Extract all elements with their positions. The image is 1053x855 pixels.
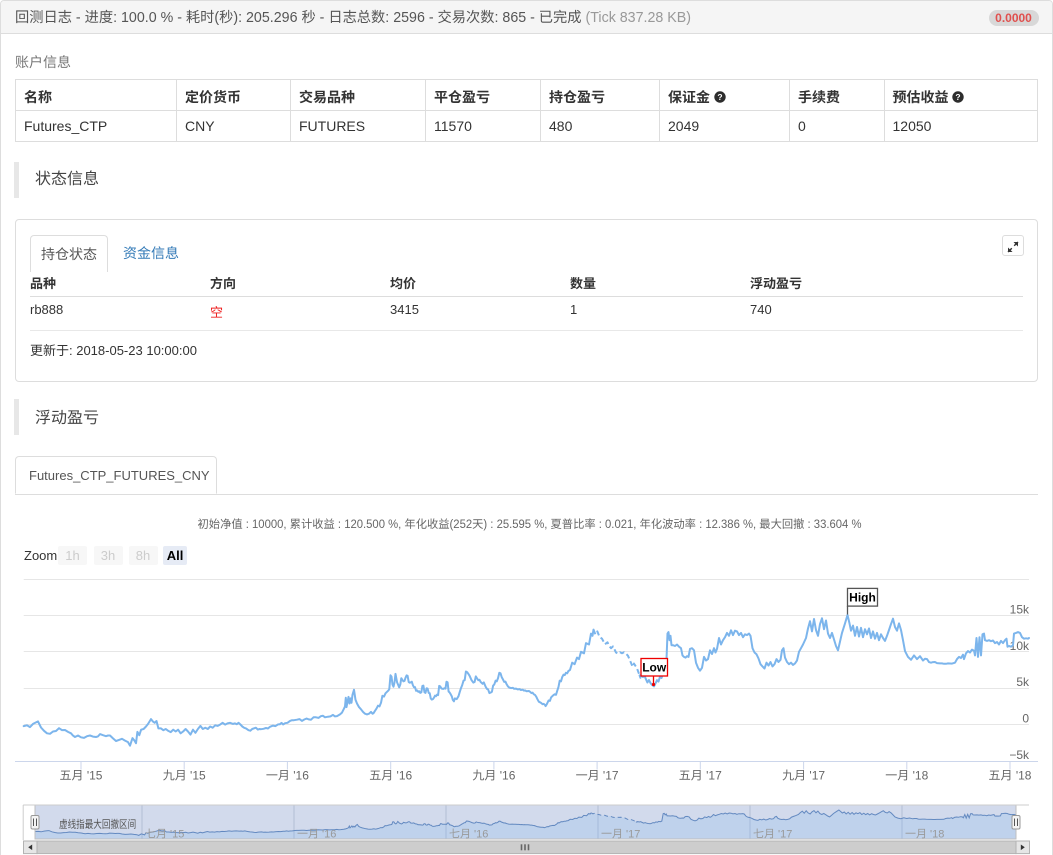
svg-text:Low: Low — [642, 660, 667, 674]
svg-text:15k: 15k — [1010, 602, 1030, 616]
svg-text:五月 '16: 五月 '16 — [369, 769, 412, 783]
svg-text:九月 '15: 九月 '15 — [163, 769, 206, 783]
svg-text:0: 0 — [1022, 712, 1029, 726]
svg-text:七月 '16: 七月 '16 — [449, 828, 488, 841]
svg-text:一月 '17: 一月 '17 — [601, 829, 640, 841]
svg-text:5k: 5k — [1016, 675, 1030, 689]
svg-text:−5k: −5k — [1009, 748, 1030, 762]
svg-text:?: ? — [717, 92, 722, 102]
svg-text:九月 '17: 九月 '17 — [782, 769, 825, 783]
svg-text:一月 '17: 一月 '17 — [576, 769, 619, 783]
svg-text:五月 '15: 五月 '15 — [60, 769, 103, 783]
svg-text:七月 '15: 七月 '15 — [145, 828, 184, 841]
svg-text:一月 '16: 一月 '16 — [297, 829, 336, 841]
svg-text:九月 '16: 九月 '16 — [472, 769, 515, 783]
svg-text:一月 '18: 一月 '18 — [885, 769, 928, 783]
svg-text:五月 '18: 五月 '18 — [989, 769, 1032, 783]
svg-text:?: ? — [956, 92, 961, 102]
svg-text:一月 '18: 一月 '18 — [905, 829, 944, 841]
svg-text:五月 '17: 五月 '17 — [679, 769, 722, 783]
svg-text:七月 '17: 七月 '17 — [753, 828, 792, 841]
svg-text:一月 '16: 一月 '16 — [266, 769, 309, 783]
svg-text:High: High — [849, 590, 876, 604]
svg-text:虚线指最大回撤区间: 虚线指最大回撤区间 — [59, 818, 136, 831]
